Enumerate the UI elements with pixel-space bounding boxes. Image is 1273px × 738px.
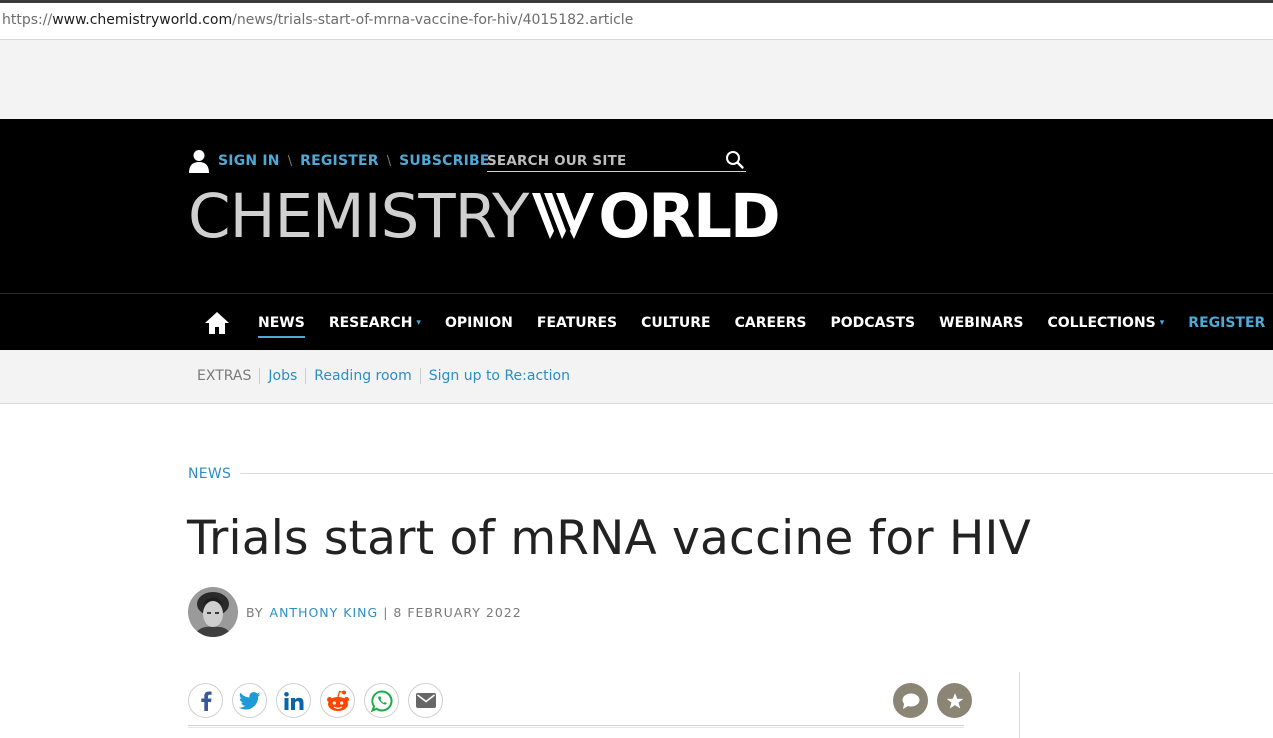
browser-url-bar[interactable]: https://www.chemistryworld.com/news/tria… xyxy=(0,0,1273,40)
section-label[interactable]: NEWS xyxy=(188,466,231,482)
nav-item-news[interactable]: NEWS xyxy=(258,315,305,338)
main-nav: NEWS RESEARCH ▾ OPINION FEATURES CULTURE … xyxy=(0,293,1273,350)
byline-prefix: BY xyxy=(246,604,264,620)
share-twitter-button[interactable] xyxy=(232,683,267,718)
share-whatsapp-button[interactable] xyxy=(364,683,399,718)
nav-item-webinars[interactable]: WEBINARS xyxy=(939,315,1023,331)
nav-item-opinion[interactable]: OPINION xyxy=(445,315,513,331)
home-icon[interactable] xyxy=(204,311,230,335)
nav-item-research[interactable]: RESEARCH ▾ xyxy=(329,315,421,331)
search-input[interactable] xyxy=(487,151,712,171)
chevron-down-icon: ▾ xyxy=(1159,317,1165,328)
email-icon xyxy=(415,693,436,708)
author-link[interactable]: ANTHONY KING xyxy=(270,605,379,620)
share-facebook-button[interactable] xyxy=(188,683,223,718)
extras-bar: EXTRAS Jobs Reading room Sign up to Re:a… xyxy=(0,350,1273,404)
nav-item-podcasts[interactable]: PODCASTS xyxy=(831,315,916,331)
user-icon xyxy=(189,150,209,173)
facebook-icon xyxy=(200,691,212,711)
chevron-down-icon: ▾ xyxy=(416,317,421,328)
nav-list: NEWS RESEARCH ▾ OPINION FEATURES CULTURE … xyxy=(258,294,1273,351)
star-icon xyxy=(946,692,963,708)
sidebar-divider xyxy=(1019,672,1020,738)
extras-link-jobs[interactable]: Jobs xyxy=(259,368,305,384)
article-title: Trials start of mRNA vaccine for HIV xyxy=(187,511,1031,566)
account-separator: \ xyxy=(386,153,392,169)
logo-text-world: ORLD xyxy=(598,180,780,252)
byline: BY ANTHONY KING | 8 FEBRUARY 2022 xyxy=(188,587,522,637)
nav-item-collections[interactable]: COLLECTIONS ▾ xyxy=(1047,315,1164,331)
url-scheme: https:// xyxy=(2,12,53,28)
whatsapp-icon xyxy=(370,689,393,712)
comment-icon xyxy=(902,693,919,709)
url-host: www.chemistryworld.com xyxy=(52,12,233,28)
chemistry-world-logo[interactable]: CHEMISTRY ORLD xyxy=(188,180,781,252)
site-search xyxy=(487,150,746,172)
account-separator: \ xyxy=(287,153,293,169)
author-avatar[interactable] xyxy=(188,587,238,637)
nav-item-register[interactable]: REGISTER xyxy=(1188,315,1265,331)
account-links: SIGN IN \ REGISTER \ SUBSCRIBE xyxy=(188,148,490,174)
linkedin-icon xyxy=(283,691,303,710)
url-path: /news/trials-start-of-mrna-vaccine-for-h… xyxy=(232,12,634,28)
reddit-icon xyxy=(326,690,349,711)
extras-label: EXTRAS xyxy=(197,368,252,384)
nav-item-features[interactable]: FEATURES xyxy=(537,315,617,331)
share-divider xyxy=(188,725,964,728)
comments-button[interactable] xyxy=(893,683,928,718)
share-linkedin-button[interactable] xyxy=(276,683,311,718)
save-favourite-button[interactable] xyxy=(937,683,972,718)
logo-text-chemistry: CHEMISTRY xyxy=(188,180,529,252)
author-photo xyxy=(188,587,238,637)
share-reddit-button[interactable] xyxy=(320,683,355,718)
publish-date: 8 FEBRUARY 2022 xyxy=(393,604,522,620)
share-email-button[interactable] xyxy=(408,683,443,718)
byline-separator: | xyxy=(383,604,389,620)
article-actions xyxy=(884,683,972,718)
share-bar xyxy=(188,683,452,718)
nav-item-culture[interactable]: CULTURE xyxy=(641,315,711,331)
logo-w-mark xyxy=(532,193,595,239)
site-masthead: SIGN IN \ REGISTER \ SUBSCRIBE CHEMISTRY… xyxy=(0,119,1273,293)
sign-in-link[interactable]: SIGN IN xyxy=(218,153,280,169)
nav-item-careers[interactable]: CAREERS xyxy=(735,315,807,331)
twitter-icon xyxy=(238,691,260,710)
register-link[interactable]: REGISTER xyxy=(300,153,379,169)
search-icon[interactable] xyxy=(724,150,746,170)
subscribe-link[interactable]: SUBSCRIBE xyxy=(399,153,490,169)
extras-link-reading-room[interactable]: Reading room xyxy=(305,368,420,384)
section-divider xyxy=(240,473,1273,474)
ad-banner-space xyxy=(0,40,1273,119)
extras-link-reaction[interactable]: Sign up to Re:action xyxy=(419,368,578,384)
